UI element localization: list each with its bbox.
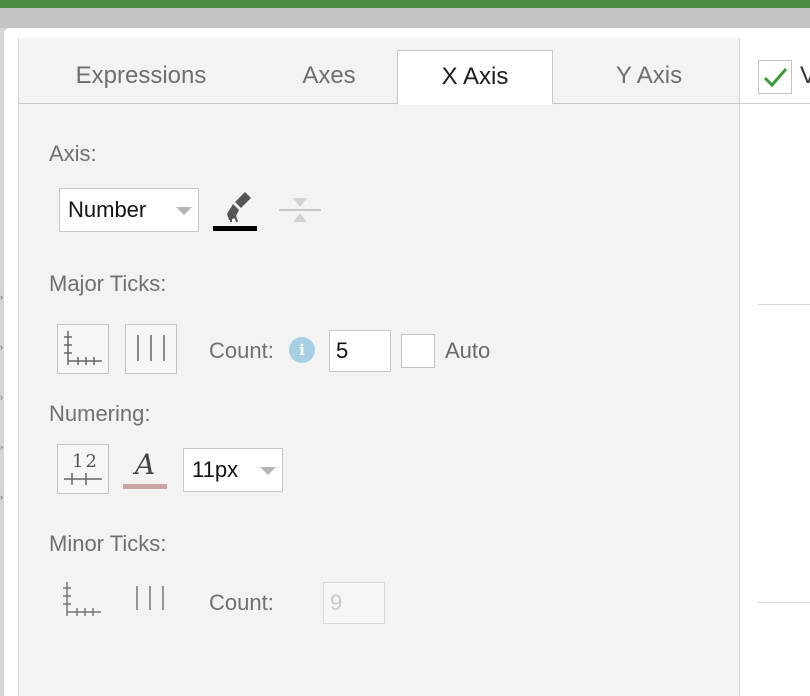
axis-type-value: Number [68, 197, 147, 222]
major-ticks-cross-button[interactable] [57, 324, 109, 374]
ticks-lines-icon [137, 335, 165, 361]
settings-tabs: Expressions Axes X Axis Y Axis [19, 38, 741, 105]
numbering-font-button[interactable]: A [123, 446, 171, 492]
preview-divider [758, 602, 810, 603]
tab-expressions[interactable]: Expressions [41, 50, 241, 104]
tab-y-axis[interactable]: Y Axis [569, 50, 729, 104]
tab-x-axis[interactable]: X Axis [397, 50, 553, 105]
major-ticks-label: Major Ticks: [49, 271, 167, 296]
font-size-select[interactable]: 11px [183, 448, 283, 492]
major-count-label: Count: [209, 338, 274, 363]
tab-axes[interactable]: Axes [269, 50, 389, 104]
numbering-format-icon [64, 473, 102, 485]
minor-count-input [323, 582, 385, 624]
checkmark-icon [763, 68, 788, 88]
ticks-cross-icon [64, 331, 102, 365]
chevron-down-icon [176, 207, 192, 215]
major-auto-label: Auto [445, 338, 491, 363]
axis-label: Axis: [49, 141, 97, 166]
preview-divider [758, 304, 810, 305]
axis-style-button[interactable] [209, 188, 259, 234]
minor-ticks-cross-button[interactable] [57, 576, 109, 626]
settings-dialog: Expressions Axes X Axis Y Axis Axis: Num… [4, 28, 810, 696]
minor-ticks-lines-button[interactable] [125, 576, 177, 626]
minor-ticks-label: Minor Ticks: [49, 531, 167, 556]
visible-checkbox[interactable] [758, 60, 792, 94]
minor-count-label: Count: [209, 590, 274, 615]
font-icon: A [135, 448, 156, 481]
numbering-format-button[interactable]: 12 [57, 444, 109, 494]
info-icon[interactable]: i [289, 337, 315, 363]
brush-color-icon [213, 192, 257, 231]
visible-checkbox-label: V [800, 62, 810, 89]
ticks-cross-icon [63, 582, 101, 616]
window-topbar [0, 0, 810, 8]
chevron-down-icon [260, 467, 276, 475]
major-auto-checkbox[interactable] [401, 334, 435, 368]
axis-type-select[interactable]: Number [59, 188, 199, 232]
major-count-input[interactable] [329, 330, 391, 372]
axis-position-icon [279, 198, 321, 222]
axis-position-button[interactable] [275, 190, 325, 230]
font-size-value: 11px [192, 457, 239, 482]
major-ticks-lines-button[interactable] [125, 324, 177, 374]
preview-pane: V [740, 38, 810, 696]
font-color-bar [123, 484, 167, 489]
settings-panel: Expressions Axes X Axis Y Axis Axis: Num… [18, 38, 741, 696]
ticks-lines-icon [136, 586, 164, 610]
numbering-label: Numering: [49, 401, 151, 426]
